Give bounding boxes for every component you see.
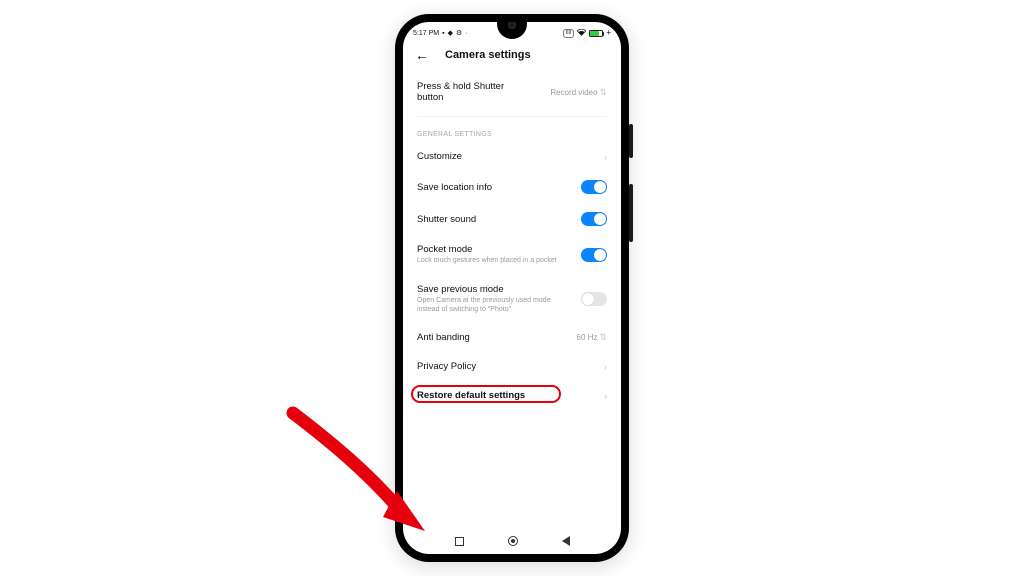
row-shutter-sound[interactable]: Shutter sound bbox=[417, 203, 607, 235]
row-value: Record video ⇅ bbox=[550, 87, 607, 98]
row-customize[interactable]: Customize › bbox=[417, 142, 607, 171]
row-label: Shutter sound bbox=[417, 214, 573, 225]
section-general-header: GENERAL SETTINGS bbox=[417, 117, 607, 142]
row-anti-banding[interactable]: Anti banding 60 Hz ⇅ bbox=[417, 323, 607, 352]
status-right: 69 + bbox=[563, 29, 611, 38]
front-camera-icon bbox=[508, 22, 516, 29]
status-badge: 69 bbox=[563, 29, 575, 38]
toggle-pocket[interactable] bbox=[581, 248, 607, 262]
row-pocket-mode[interactable]: Pocket mode Lock touch gestures when pla… bbox=[417, 235, 607, 275]
row-shutter-hold[interactable]: Press & hold Shutter button Record video… bbox=[417, 72, 607, 112]
stage: 5:17 PM ▪ ◆ ⚙ · 69 + ← Camera bbox=[0, 0, 1024, 576]
wifi-icon bbox=[577, 29, 586, 38]
updown-icon: ⇅ bbox=[599, 87, 607, 98]
row-label: Restore default settings bbox=[417, 390, 596, 401]
status-left: 5:17 PM ▪ ◆ ⚙ · bbox=[413, 30, 468, 37]
android-nav-bar bbox=[403, 528, 621, 554]
toggle-save-previous[interactable] bbox=[581, 292, 607, 306]
row-label: Press & hold Shutter button bbox=[417, 81, 527, 103]
row-value: 60 Hz ⇅ bbox=[577, 332, 607, 343]
updown-icon: ⇅ bbox=[599, 332, 607, 343]
toggle-location[interactable] bbox=[581, 180, 607, 194]
side-button-1 bbox=[629, 124, 633, 158]
gear-icon: ⚙ bbox=[456, 30, 462, 37]
row-subtitle: Lock touch gestures when placed in a poc… bbox=[417, 257, 573, 266]
chevron-right-icon: › bbox=[604, 391, 607, 401]
row-save-previous[interactable]: Save previous mode Open Camera at the pr… bbox=[417, 275, 607, 324]
phone-frame: 5:17 PM ▪ ◆ ⚙ · 69 + ← Camera bbox=[395, 14, 629, 562]
chevron-right-icon: › bbox=[604, 362, 607, 372]
row-label: Anti banding bbox=[417, 332, 569, 343]
toggle-shutter-sound[interactable] bbox=[581, 212, 607, 226]
nav-home-icon[interactable] bbox=[508, 536, 518, 546]
nav-back-icon[interactable] bbox=[562, 536, 570, 546]
camera-icon: ▪ bbox=[442, 30, 444, 37]
page-title: Camera settings bbox=[445, 49, 531, 61]
row-privacy-policy[interactable]: Privacy Policy › bbox=[417, 352, 607, 381]
charging-icon: + bbox=[606, 29, 611, 37]
row-location[interactable]: Save location info bbox=[417, 171, 607, 203]
nav-recent-icon[interactable] bbox=[455, 537, 464, 546]
row-restore-defaults[interactable]: Restore default settings › bbox=[417, 381, 607, 410]
phone-screen: 5:17 PM ▪ ◆ ⚙ · 69 + ← Camera bbox=[403, 22, 621, 554]
row-label: Privacy Policy bbox=[417, 361, 596, 372]
dots-icon: · bbox=[465, 30, 467, 37]
chevron-right-icon: › bbox=[604, 152, 607, 162]
settings-list[interactable]: Press & hold Shutter button Record video… bbox=[403, 72, 621, 528]
row-subtitle: Open Camera at the previously used mode … bbox=[417, 297, 573, 315]
row-label: Pocket mode bbox=[417, 244, 573, 255]
row-label: Save location info bbox=[417, 182, 573, 193]
battery-icon bbox=[589, 30, 603, 37]
shield-icon: ◆ bbox=[448, 30, 453, 37]
title-bar: ← Camera settings bbox=[403, 42, 621, 72]
row-label: Save previous mode bbox=[417, 284, 573, 295]
back-arrow-icon[interactable]: ← bbox=[415, 48, 429, 62]
side-button-2 bbox=[629, 184, 633, 242]
row-label: Customize bbox=[417, 151, 596, 162]
status-time: 5:17 PM bbox=[413, 30, 439, 37]
